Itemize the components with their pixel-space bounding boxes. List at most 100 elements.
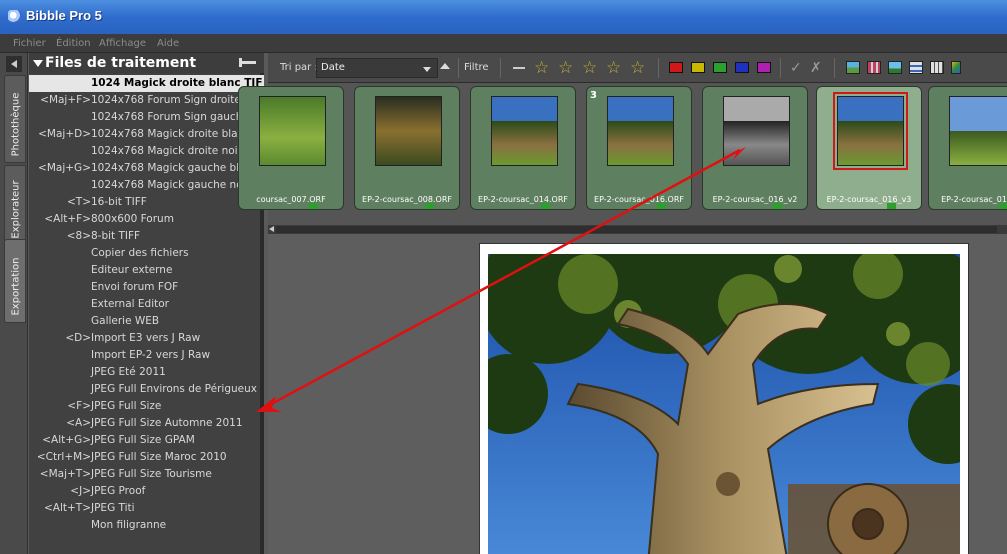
menu-affichage[interactable]: Affichage xyxy=(99,38,146,49)
queue-item[interactable]: <Maj+D> 1024x768 Magick droite blanc xyxy=(29,126,264,143)
queue-item[interactable]: Envoi forum FOF xyxy=(29,279,264,296)
queue-label: JPEG Full Size GPAM xyxy=(91,434,195,446)
panel-header[interactable]: Files de traitement xyxy=(29,53,264,73)
thumbnail[interactable]: EP-2-coursac_014.ORF xyxy=(470,86,576,210)
tab-explorateur[interactable]: Explorateur xyxy=(4,165,26,243)
thumbnail-image xyxy=(607,96,674,166)
browser-toolbar: Tri par : Date Filtre ☆ ☆ ☆ ☆ ☆ ✓ ✗ xyxy=(268,53,1007,83)
queue-label: 1024x768 Magick droite noir xyxy=(91,145,242,157)
yellow-label-filter[interactable] xyxy=(691,62,705,73)
queue-item[interactable]: Editeur externe xyxy=(29,262,264,279)
queue-item[interactable]: External Editor xyxy=(29,296,264,313)
queue-item[interactable]: Import EP-2 vers J Raw xyxy=(29,347,264,364)
queue-item[interactable]: <8> 8-bit TIFF xyxy=(29,228,264,245)
purple-label-filter[interactable] xyxy=(757,62,771,73)
menu-fichier[interactable]: Fichier xyxy=(13,38,46,49)
queue-label: JPEG Eté 2011 xyxy=(91,366,166,378)
queue-item[interactable]: <D> Import E3 vers J Raw xyxy=(29,330,264,347)
tab-phototheque[interactable]: Photothèque xyxy=(4,75,26,163)
thumbnail[interactable]: EP-2-coursac_016_v3 xyxy=(816,86,922,210)
star-2-icon[interactable]: ☆ xyxy=(558,58,573,78)
thumbnail-image xyxy=(491,96,558,166)
star-1-icon[interactable]: ☆ xyxy=(534,58,549,78)
thumbnail[interactable]: coursac_007.ORF xyxy=(238,86,344,210)
queue-item[interactable]: <Maj+T> JPEG Full Size Tourisme xyxy=(29,466,264,483)
tab-exportation-label: Exportation xyxy=(10,257,22,316)
tab-exportation[interactable]: Exportation xyxy=(4,239,26,323)
queue-label: Copier des fichiers xyxy=(91,247,189,259)
star-4-icon[interactable]: ☆ xyxy=(606,58,621,78)
queue-label: JPEG Full Size Automne 2011 xyxy=(91,417,243,429)
queue-shortcut: <T> xyxy=(66,196,91,208)
queue-item[interactable]: <Maj+G> 1024x768 Magick gauche blanc xyxy=(29,160,264,177)
no-rating-icon[interactable] xyxy=(513,67,525,69)
queue-item[interactable]: Mon filigranne xyxy=(29,517,264,534)
thumbnail[interactable]: 3 EP-2-coursac_016.ORF xyxy=(586,86,692,210)
green-label-icon xyxy=(541,203,550,209)
grid-view-icon[interactable] xyxy=(867,61,881,74)
queue-shortcut: <Alt+T> xyxy=(43,502,91,514)
filmstrip-scrollbar[interactable] xyxy=(268,225,1007,234)
queue-item[interactable]: <A> JPEG Full Size Automne 2011 xyxy=(29,415,264,432)
scroll-left-icon[interactable] xyxy=(269,226,274,232)
star-5-icon[interactable]: ☆ xyxy=(630,58,645,78)
queue-item[interactable]: <T> 16-bit TIFF xyxy=(29,194,264,211)
sort-ascending-icon[interactable] xyxy=(440,63,450,69)
queue-label: JPEG Full Environs de Périgueux xyxy=(91,383,257,395)
list-view-icon[interactable] xyxy=(909,61,923,74)
preview-image[interactable] xyxy=(488,254,960,554)
queue-item[interactable]: <F> JPEG Full Size xyxy=(29,398,264,415)
preview-view-icon[interactable] xyxy=(888,61,902,74)
queue-item[interactable]: <Ctrl+M> JPEG Full Size Maroc 2010 xyxy=(29,449,264,466)
queue-label: JPEG Titi xyxy=(91,502,135,514)
thumbnail[interactable]: EP-2-coursac_008.ORF xyxy=(354,86,460,210)
table-view-icon[interactable] xyxy=(930,61,944,74)
queue-shortcut: <Alt+G> xyxy=(42,434,91,446)
queue-item[interactable]: Copier des fichiers xyxy=(29,245,264,262)
green-label-filter[interactable] xyxy=(713,62,727,73)
queue-label: 1024x768 Forum Sign droite xyxy=(91,94,241,106)
queue-item[interactable]: Gallerie WEB xyxy=(29,313,264,330)
queue-item[interactable]: JPEG Full Environs de Périgueux xyxy=(29,381,264,398)
red-label-filter[interactable] xyxy=(669,62,683,73)
thumbnail[interactable]: EP-2-coursac_016_v2 xyxy=(702,86,808,210)
sort-select[interactable]: Date xyxy=(316,58,438,78)
queue-item[interactable]: <Maj+F> 1024x768 Forum Sign droite xyxy=(29,92,264,109)
queue-item[interactable]: JPEG Eté 2011 xyxy=(29,364,264,381)
blue-label-filter[interactable] xyxy=(735,62,749,73)
queue-item[interactable]: 1024x768 Magick gauche noir xyxy=(29,177,264,194)
thumbnail[interactable]: EP-2-coursac_018.O xyxy=(928,86,1007,210)
filmstrip: coursac_007.ORF EP-2-coursac_008.ORF EP-2-… xyxy=(238,83,1007,225)
thumbnail-filename: EP-2-coursac_016.ORF xyxy=(594,195,684,204)
thumbnail-view-icon[interactable] xyxy=(846,61,860,74)
queue-item[interactable]: 1024 Magick droite blanc TIF xyxy=(29,75,264,92)
compare-view-icon[interactable] xyxy=(951,61,961,74)
pin-icon[interactable] xyxy=(239,58,256,67)
check-icon[interactable]: ✓ xyxy=(790,60,802,76)
side-tab-strip: Photothèque Explorateur Exportation xyxy=(0,53,28,554)
queue-item[interactable]: <J> JPEG Proof xyxy=(29,483,264,500)
menu-edition[interactable]: Édition xyxy=(56,38,91,49)
reject-icon[interactable]: ✗ xyxy=(810,60,822,76)
selection-frame xyxy=(833,92,908,170)
thumbnail-filename: EP-2-coursac_018.O xyxy=(941,195,1007,204)
queue-item[interactable]: <Alt+G> JPEG Full Size GPAM xyxy=(29,432,264,449)
star-3-icon[interactable]: ☆ xyxy=(582,58,597,78)
thumbnail-badge: 3 xyxy=(590,90,597,101)
thumbnail-filename: EP-2-coursac_016_v2 xyxy=(712,195,798,204)
toolbar-divider xyxy=(780,58,781,78)
queue-shortcut: <Alt+F> xyxy=(44,213,91,225)
green-label-icon xyxy=(309,203,318,209)
green-label-icon xyxy=(425,203,434,209)
thumbnail-image xyxy=(375,96,442,166)
menu-aide[interactable]: Aide xyxy=(157,38,179,49)
queue-item[interactable]: 1024x768 Magick droite noir xyxy=(29,143,264,160)
collapse-left-icon[interactable] xyxy=(6,56,22,72)
queue-item[interactable]: <Alt+T> JPEG Titi xyxy=(29,500,264,517)
thumbnail-image xyxy=(949,96,1007,166)
scrollbar-thumb[interactable] xyxy=(276,226,997,233)
green-label-icon xyxy=(999,203,1007,209)
collapse-triangle-icon[interactable] xyxy=(33,60,43,67)
queue-item[interactable]: 1024x768 Forum Sign gauche xyxy=(29,109,264,126)
queue-item[interactable]: <Alt+F> 800x600 Forum xyxy=(29,211,264,228)
